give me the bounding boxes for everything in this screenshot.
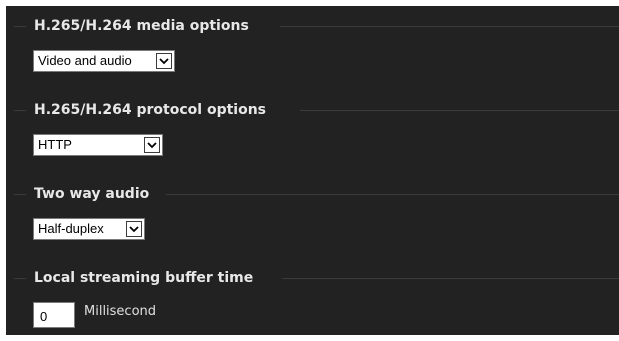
buffer-time-legend: Local streaming buffer time <box>6 268 619 288</box>
chevron-down-icon[interactable] <box>144 137 160 153</box>
media-options-title: H.265/H.264 media options <box>34 18 249 34</box>
legend-divider <box>14 26 26 27</box>
legend-divider <box>166 194 619 195</box>
media-options-select[interactable]: Video and audio <box>33 50 175 72</box>
legend-divider <box>14 194 26 195</box>
protocol-options-select[interactable]: HTTP <box>33 134 163 156</box>
two-way-audio-select[interactable]: Half-duplex <box>33 218 145 240</box>
chevron-down-icon[interactable] <box>126 221 142 237</box>
media-options-selected-value: Video and audio <box>38 53 132 68</box>
legend-divider <box>280 26 619 27</box>
settings-panel: H.265/H.264 media options Video and audi… <box>6 6 619 335</box>
legend-divider <box>282 278 619 279</box>
protocol-options-title: H.265/H.264 protocol options <box>34 102 266 118</box>
legend-divider <box>300 110 619 111</box>
media-options-legend: H.265/H.264 media options <box>6 16 619 36</box>
buffer-time-unit-label: Millisecond <box>84 304 157 319</box>
legend-divider <box>14 278 26 279</box>
two-way-audio-legend: Two way audio <box>6 184 619 204</box>
protocol-options-legend: H.265/H.264 protocol options <box>6 100 619 120</box>
chevron-down-icon[interactable] <box>156 53 172 69</box>
protocol-options-selected-value: HTTP <box>38 137 72 152</box>
buffer-time-title: Local streaming buffer time <box>34 270 254 286</box>
two-way-audio-title: Two way audio <box>34 186 150 202</box>
buffer-time-value: 0 <box>40 309 48 324</box>
buffer-time-input[interactable]: 0 <box>33 302 75 328</box>
two-way-audio-selected-value: Half-duplex <box>38 221 104 236</box>
legend-divider <box>14 110 26 111</box>
